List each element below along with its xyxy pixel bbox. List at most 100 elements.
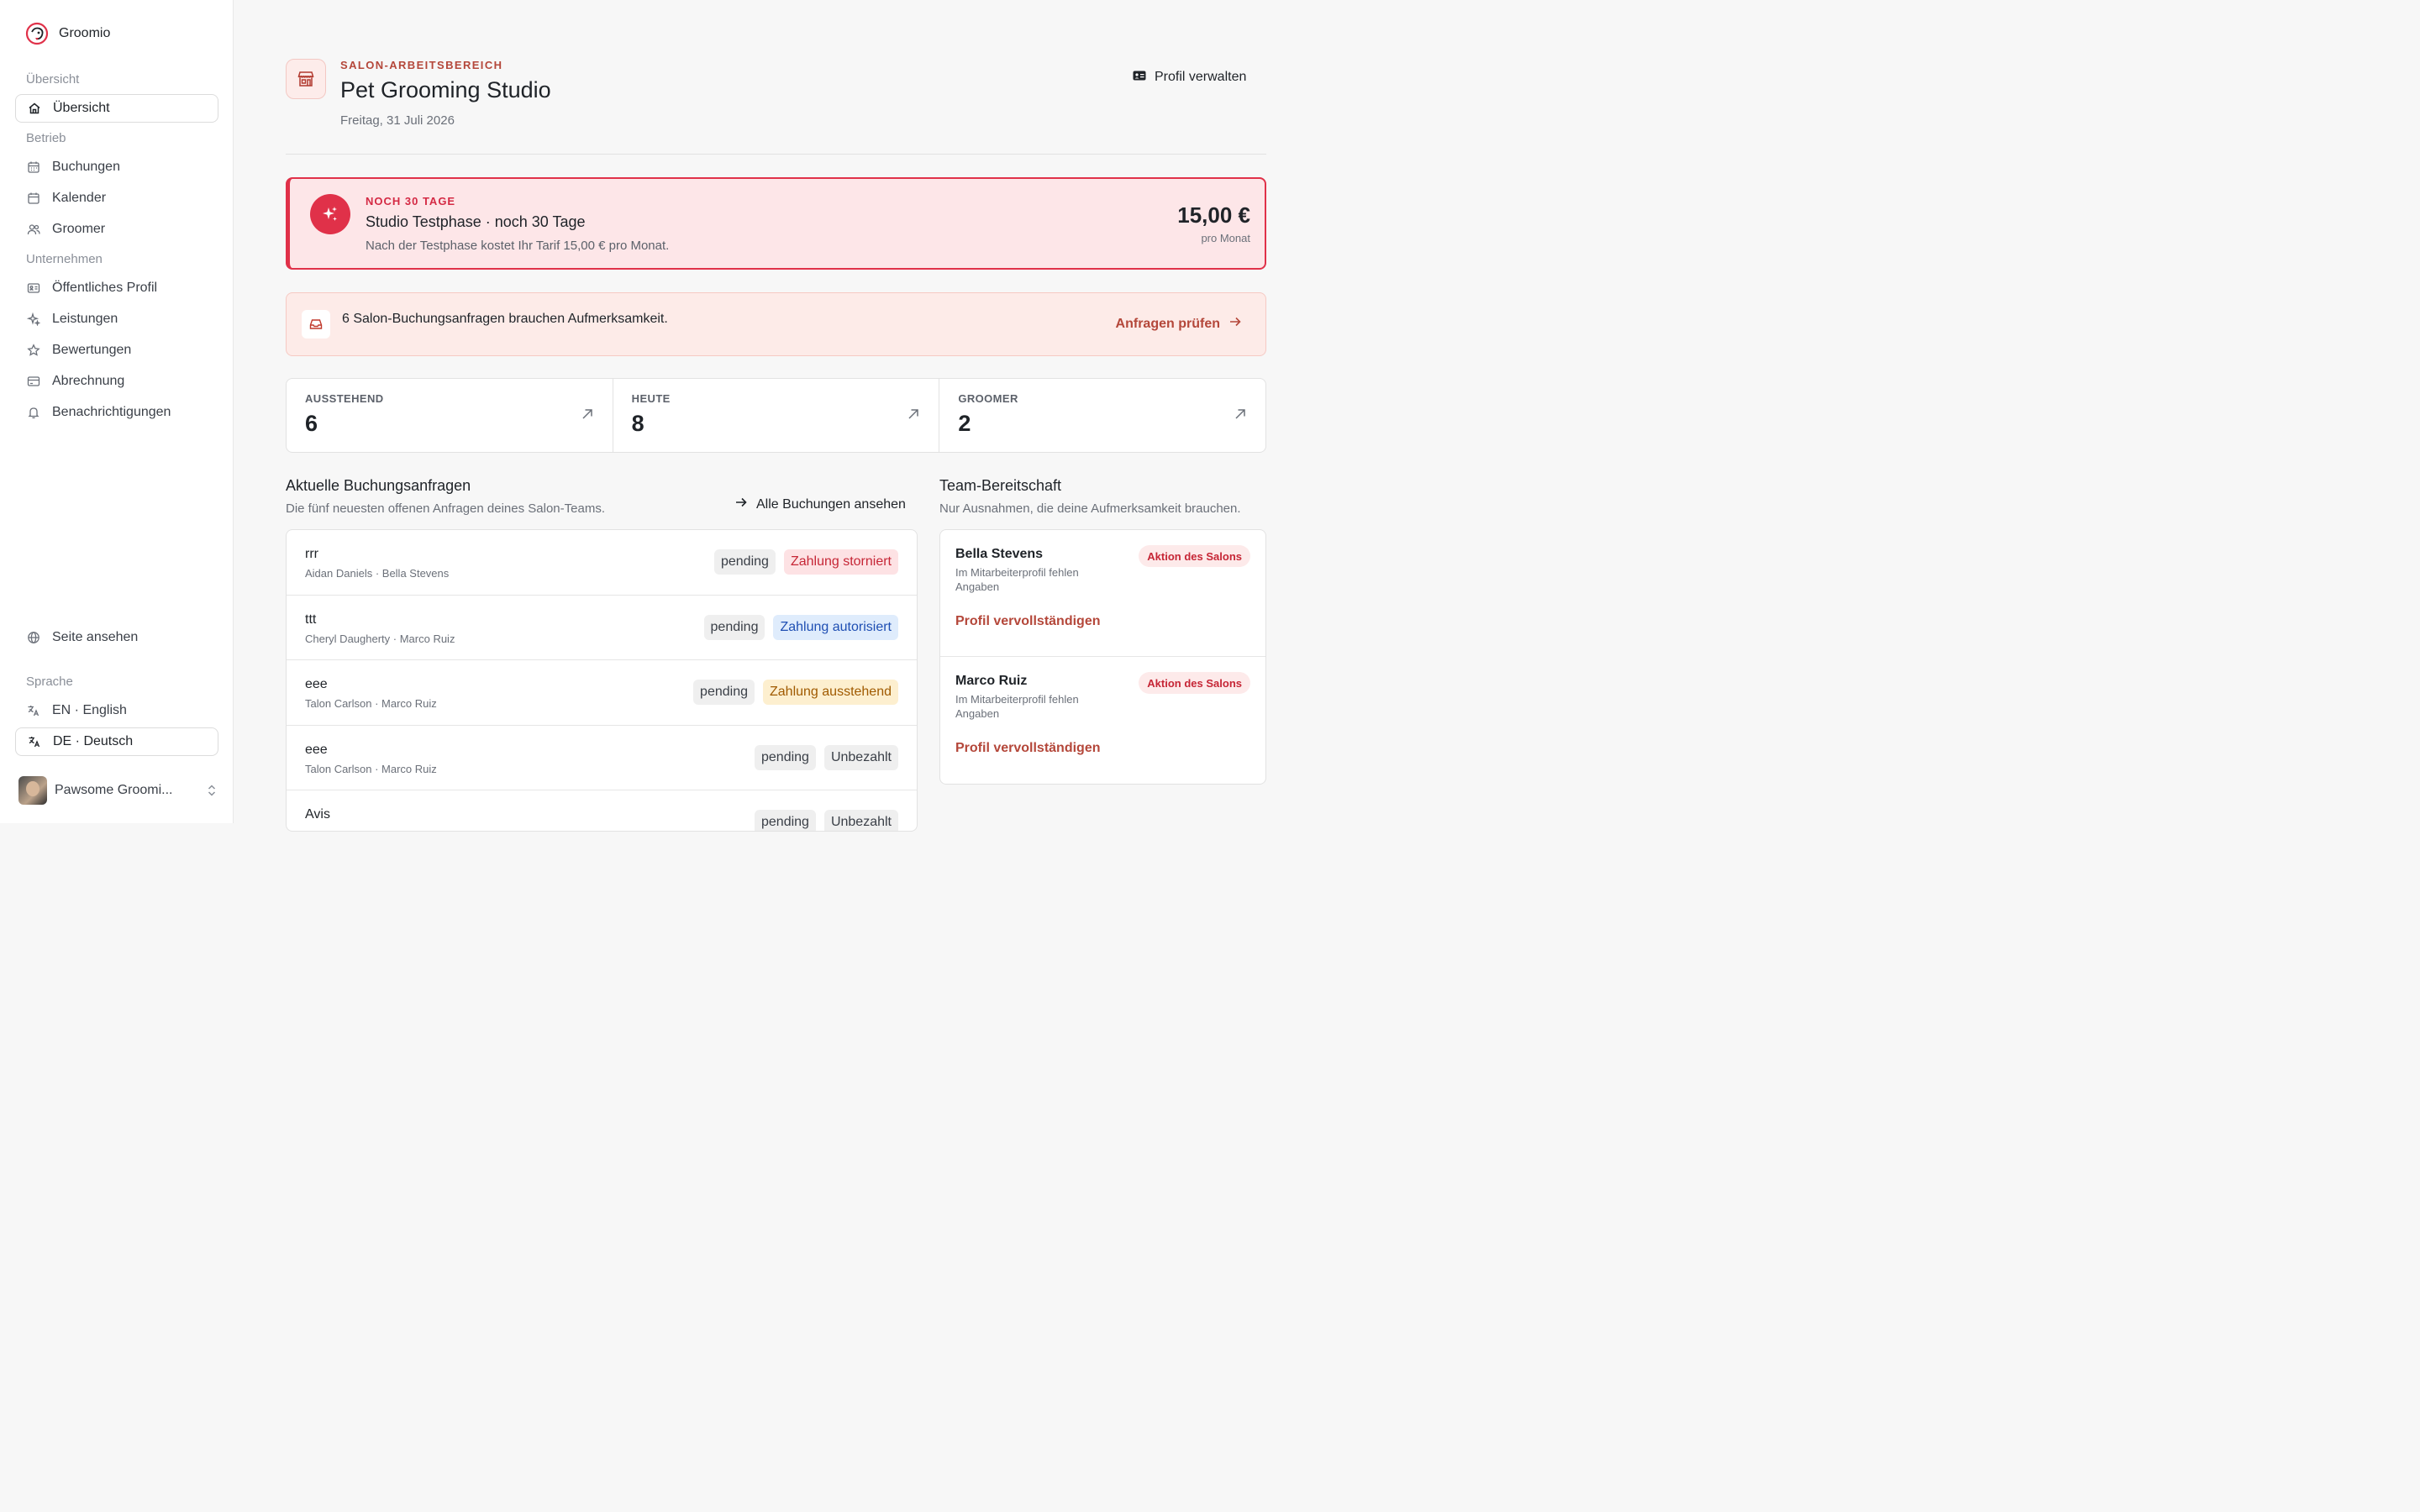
sidebar-item-notifications[interactable]: Benachrichtigungen [15,398,218,427]
sidebar-item-groomers[interactable]: Groomer [15,215,218,244]
sidebar-item-billing[interactable]: Abrechnung [15,367,218,396]
payment-badge: Unbezahlt [823,744,898,770]
stat-label: GROOMER [958,392,1018,405]
language-option-de[interactable]: DE · Deutsch [15,727,218,756]
sidebar-item-bookings[interactable]: Buchungen [15,153,218,181]
star-icon [27,344,40,357]
review-requests-label: Anfragen prüfen [1115,316,1220,331]
booking-name: ttt [305,612,317,627]
booking-row[interactable]: eee Talon Carlson · Marco Ruiz pending U… [287,726,917,790]
action-badge: Aktion des Salons [1139,545,1250,567]
booking-row[interactable]: rrr Aidan Daniels · Bella Stevens pendin… [287,530,917,596]
sidebar-item-reviews[interactable]: Bewertungen [15,336,218,365]
sidebar-item-label: Benachrichtigungen [52,405,171,419]
team-section-subtitle: Nur Ausnahmen, die deine Aufmerksamkeit … [939,501,1241,516]
trial-period: pro Monat [1201,232,1250,244]
main-content: SALON-ARBEITSBEREICH Pet Grooming Studio… [234,0,1318,832]
groomio-logo-icon [25,22,49,45]
trial-eyebrow: NOCH 30 TAGE [366,195,456,207]
booking-people: Talon Carlson · Marco Ruiz [305,697,437,710]
arrow-right-icon [1228,315,1242,333]
manage-profile-label: Profil verwalten [1155,70,1247,84]
team-member-card: Marco Ruiz Im Mitarbeiterprofil fehlen A… [940,657,1265,784]
sidebar-item-label: Öffentliches Profil [52,281,158,295]
sidebar-item-label: Übersicht [53,101,110,115]
booking-name: Avis [305,807,330,822]
users-icon [27,223,40,236]
id-card-icon [27,281,40,295]
store-icon [286,59,326,99]
booking-people: Cheryl Daugherty · Marco Ruiz [305,632,455,645]
arrow-up-right-icon [1234,407,1247,425]
member-note: Im Mitarbeiterprofil fehlen Angaben [955,693,1079,720]
workspace-eyebrow: SALON-ARBEITSBEREICH [340,59,503,71]
sidebar-item-label: Buchungen [52,160,120,174]
home-icon [28,102,41,115]
payment-badge: Unbezahlt [823,810,898,831]
sidebar-item-label: Leistungen [52,312,118,326]
section-label-language: Sprache [26,675,73,689]
booking-name: eee [305,742,328,757]
sparkles-icon [310,194,350,234]
stat-card-groomers[interactable]: GROOMER 2 [939,379,1265,452]
section-label-company: Unternehmen [26,252,103,266]
stat-card-today[interactable]: HEUTE 8 [613,379,940,452]
language-option-en[interactable]: EN · English [15,696,218,725]
all-bookings-link[interactable]: Alle Buchungen ansehen [734,496,906,513]
sidebar-item-label: Kalender [52,191,107,205]
complete-profile-link[interactable]: Profil vervollständigen [955,741,1100,756]
bell-icon [27,406,40,419]
all-bookings-label: Alle Buchungen ansehen [756,496,906,512]
brand-name: Groomio [59,26,111,40]
manage-profile-button[interactable]: Profil verwalten [1133,67,1246,87]
status-badge: pending [755,810,816,831]
view-site-link[interactable]: Seite ansehen [15,623,218,652]
payment-badge: Zahlung ausstehend [763,680,898,705]
payment-badge: Zahlung autorisiert [773,614,898,640]
calendar-icon [27,192,40,205]
member-name: Bella Stevens [955,547,1044,561]
stat-label: AUSSTEHEND [305,392,384,405]
status-badge: pending [713,549,776,575]
chevron-up-down-icon [207,784,217,797]
avatar [18,776,47,805]
status-badge: pending [755,744,816,770]
brand[interactable]: Groomio [25,22,110,45]
header-divider [286,154,1266,155]
language-label: EN · English [52,703,127,717]
stat-label: HEUTE [631,392,671,405]
sidebar: Groomio Übersicht Übersicht Betrieb Buch… [0,0,234,823]
booking-people: Aidan Daniels · Bella Stevens [305,567,450,580]
review-requests-link[interactable]: Anfragen prüfen [1116,315,1242,333]
bookings-list: rrr Aidan Daniels · Bella Stevens pendin… [286,529,918,832]
stats-row: AUSSTEHEND 6 HEUTE 8 GROOMER 2 [286,378,1266,453]
arrow-up-right-icon [907,407,920,425]
booking-row[interactable]: Avis pending Unbezahlt [287,790,917,831]
sidebar-item-label: Abrechnung [52,374,125,388]
translate-icon [28,735,41,748]
sidebar-item-calendar[interactable]: Kalender [15,184,218,213]
sidebar-item-public-profile[interactable]: Öffentliches Profil [15,274,218,302]
booking-people: Talon Carlson · Marco Ruiz [305,762,437,775]
booking-row[interactable]: eee Talon Carlson · Marco Ruiz pending Z… [287,660,917,726]
account-switcher[interactable]: Pawsome Groomi... [18,775,217,806]
trial-price: 15,00 € [1177,202,1250,228]
bookings-section-subtitle: Die fünf neuesten offenen Anfragen deine… [286,501,605,516]
view-site-label: Seite ansehen [52,630,139,644]
booking-row[interactable]: ttt Cheryl Daugherty · Marco Ruiz pendin… [287,596,917,660]
translate-icon [27,704,40,717]
sidebar-item-label: Bewertungen [52,343,132,357]
stat-card-pending[interactable]: AUSSTEHEND 6 [287,379,613,452]
sidebar-item-overview[interactable]: Übersicht [15,94,218,123]
section-label-operations: Betrieb [26,131,66,145]
inbox-icon [302,310,330,339]
page-date: Freitag, 31 Juli 2026 [340,113,455,128]
trial-title: Studio Testphase · noch 30 Tage [366,213,586,230]
complete-profile-link[interactable]: Profil vervollständigen [955,614,1100,629]
sidebar-item-services[interactable]: Leistungen [15,305,218,333]
sidebar-item-label: Groomer [52,222,106,236]
section-label-overview: Übersicht [26,72,80,87]
status-badge: pending [703,614,765,640]
calendar-list-icon [27,160,40,174]
team-member-card: Bella Stevens Im Mitarbeiterprofil fehle… [940,530,1265,657]
